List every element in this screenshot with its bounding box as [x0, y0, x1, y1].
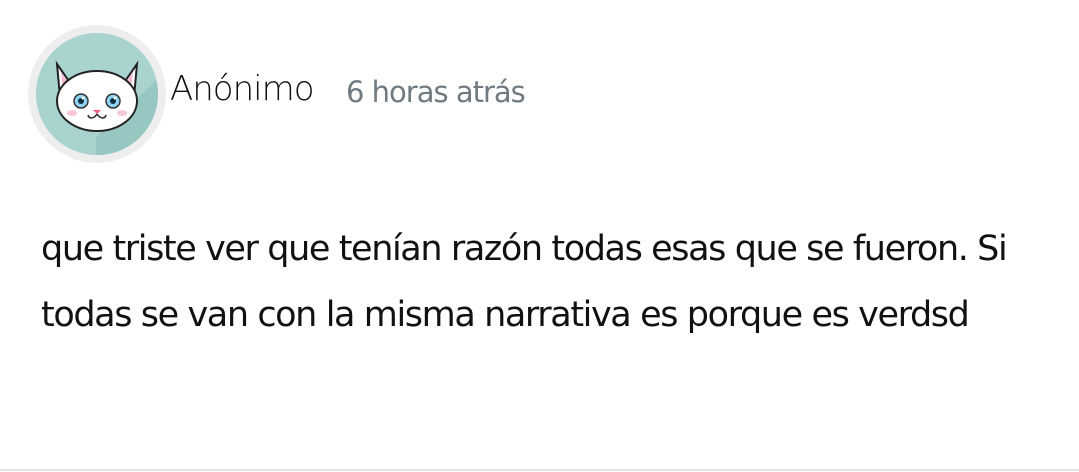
white-cat-icon — [36, 33, 158, 155]
comment-card: Anónimo 6 horas atrás que triste ver que… — [0, 0, 1079, 472]
comment-text: que triste ver que tenían razón todas es… — [41, 229, 1008, 335]
timestamp: 6 horas atrás — [346, 75, 526, 109]
author-name[interactable]: Anónimo — [170, 69, 315, 109]
bottom-divider — [0, 469, 1079, 471]
avatar[interactable] — [36, 33, 158, 155]
